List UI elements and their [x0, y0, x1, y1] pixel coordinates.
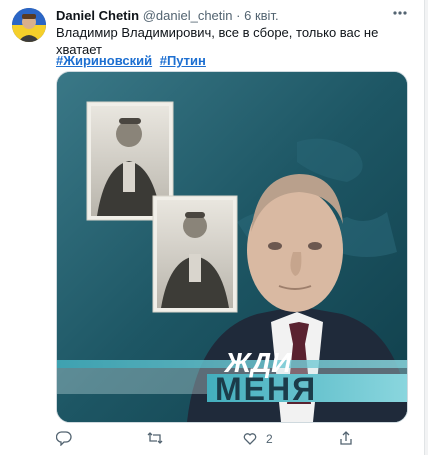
hashtags: #Жириновский #Путин [56, 53, 210, 68]
more-options-icon[interactable] [390, 6, 410, 22]
like-button[interactable]: 2 [242, 430, 273, 448]
tweet-timestamp[interactable]: 6 квіт. [244, 8, 278, 23]
share-button[interactable] [338, 430, 362, 448]
avatar[interactable] [12, 8, 46, 42]
tweet-card[interactable]: Daniel Chetin @daniel_chetin · 6 квіт. В… [0, 0, 425, 455]
tweet-actions: 2 [55, 430, 376, 449]
hashtag-zhirinovsky[interactable]: #Жириновский [56, 53, 152, 68]
tweet-image-illustration: ЖДИ МЕНЯ [57, 72, 407, 422]
separator-dot: · [236, 8, 241, 23]
author-handle[interactable]: @daniel_chetin [143, 8, 233, 23]
share-icon [338, 430, 354, 449]
tweet-image[interactable]: ЖДИ МЕНЯ [56, 71, 408, 423]
author-name[interactable]: Daniel Chetin [56, 8, 139, 23]
hashtag-putin[interactable]: #Путин [160, 53, 206, 68]
photo-frame-2 [152, 195, 238, 313]
retweet-icon [146, 430, 164, 449]
retweet-button[interactable] [146, 430, 172, 448]
reply-button[interactable] [55, 430, 80, 449]
caption-line2: МЕНЯ [215, 371, 317, 407]
like-count: 2 [266, 432, 273, 446]
reply-icon [55, 430, 72, 449]
like-icon [242, 430, 258, 449]
